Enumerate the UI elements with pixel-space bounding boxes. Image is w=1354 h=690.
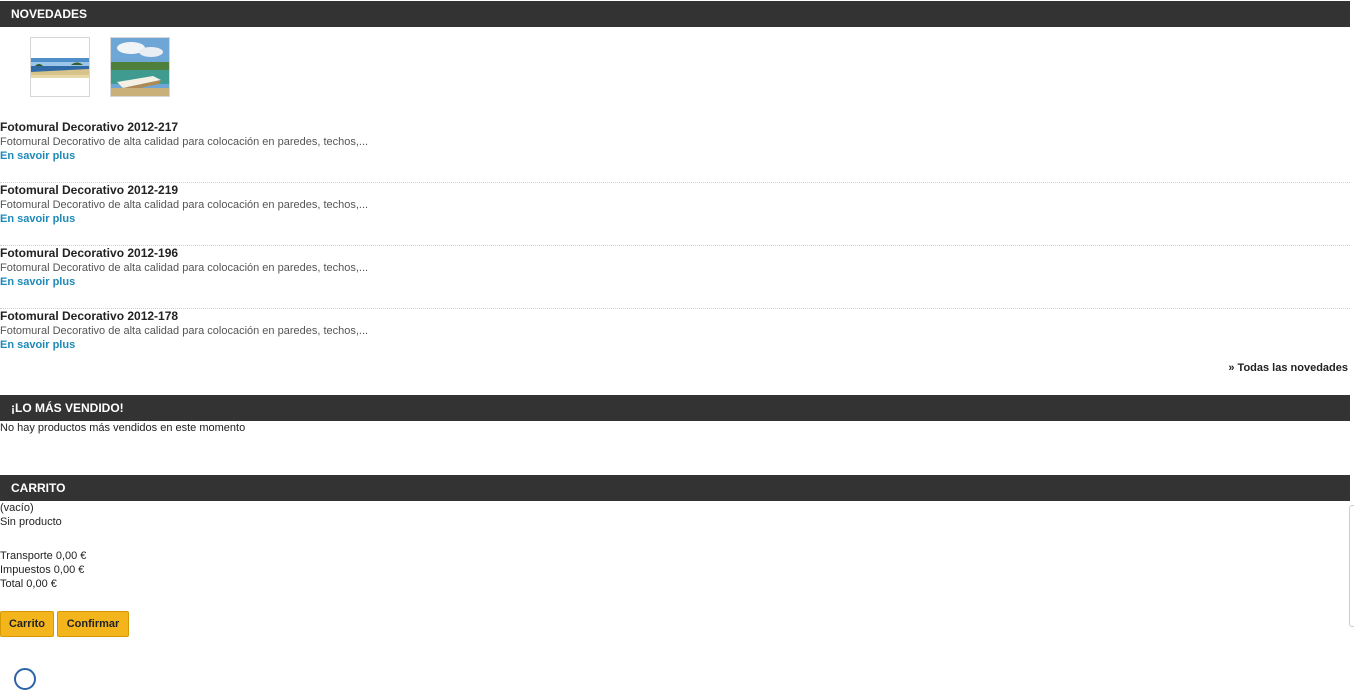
product-title[interactable]: Fotomural Decorativo 2012-178 [0,309,178,323]
novedades-title: NOVEDADES [11,7,88,21]
product-item: Fotomural Decorativo 2012-196 Fotomural … [0,246,1350,309]
cart-header: CARRITO [0,475,1350,501]
side-scroll-edge [1349,505,1354,627]
novedades-header: NOVEDADES [0,1,1350,27]
cart-status: (vacío) [0,502,34,514]
boat-lagoon-image [111,38,169,96]
best-sellers-title: ¡LO MÁS VENDIDO! [11,401,124,415]
product-description: Fotomural Decorativo de alta calidad par… [0,136,369,148]
best-sellers-empty-text: No hay productos más vendidos en este mo… [0,422,246,434]
cart-total: Total 0,00 € [0,578,57,590]
product-description: Fotomural Decorativo de alta calidad par… [0,199,369,211]
more-info-link[interactable]: En savoir plus [0,213,75,225]
product-title[interactable]: Fotomural Decorativo 2012-217 [0,120,178,134]
product-description: Fotomural Decorativo de alta calidad par… [0,262,369,274]
beach-panorama-image [31,38,89,96]
cart-no-product: Sin producto [0,516,62,528]
cart-transport: Transporte 0,00 € [0,550,87,562]
product-title[interactable]: Fotomural Decorativo 2012-219 [0,183,178,197]
more-info-link[interactable]: En savoir plus [0,276,75,288]
cart-taxes: Impuestos 0,00 € [0,564,85,576]
product-thumbnail-beach[interactable] [30,37,90,97]
product-item: Fotomural Decorativo 2012-178 Fotomural … [0,309,1350,372]
more-info-link[interactable]: En savoir plus [0,150,75,162]
cart-title: CARRITO [11,481,66,495]
product-title[interactable]: Fotomural Decorativo 2012-196 [0,246,178,260]
all-new-products-link[interactable]: » Todas las novedades [1228,362,1348,374]
product-description: Fotomural Decorativo de alta calidad par… [0,325,369,337]
product-thumbnail-boat[interactable] [110,37,170,97]
more-info-link[interactable]: En savoir plus [0,339,75,351]
product-item: Fotomural Decorativo 2012-217 Fotomural … [0,120,1350,183]
product-item: Fotomural Decorativo 2012-219 Fotomural … [0,183,1350,246]
checkout-button[interactable]: Confirmar [57,611,129,637]
cart-button[interactable]: Carrito [0,611,54,637]
partial-logo-icon [14,668,36,690]
best-sellers-header: ¡LO MÁS VENDIDO! [0,395,1350,421]
